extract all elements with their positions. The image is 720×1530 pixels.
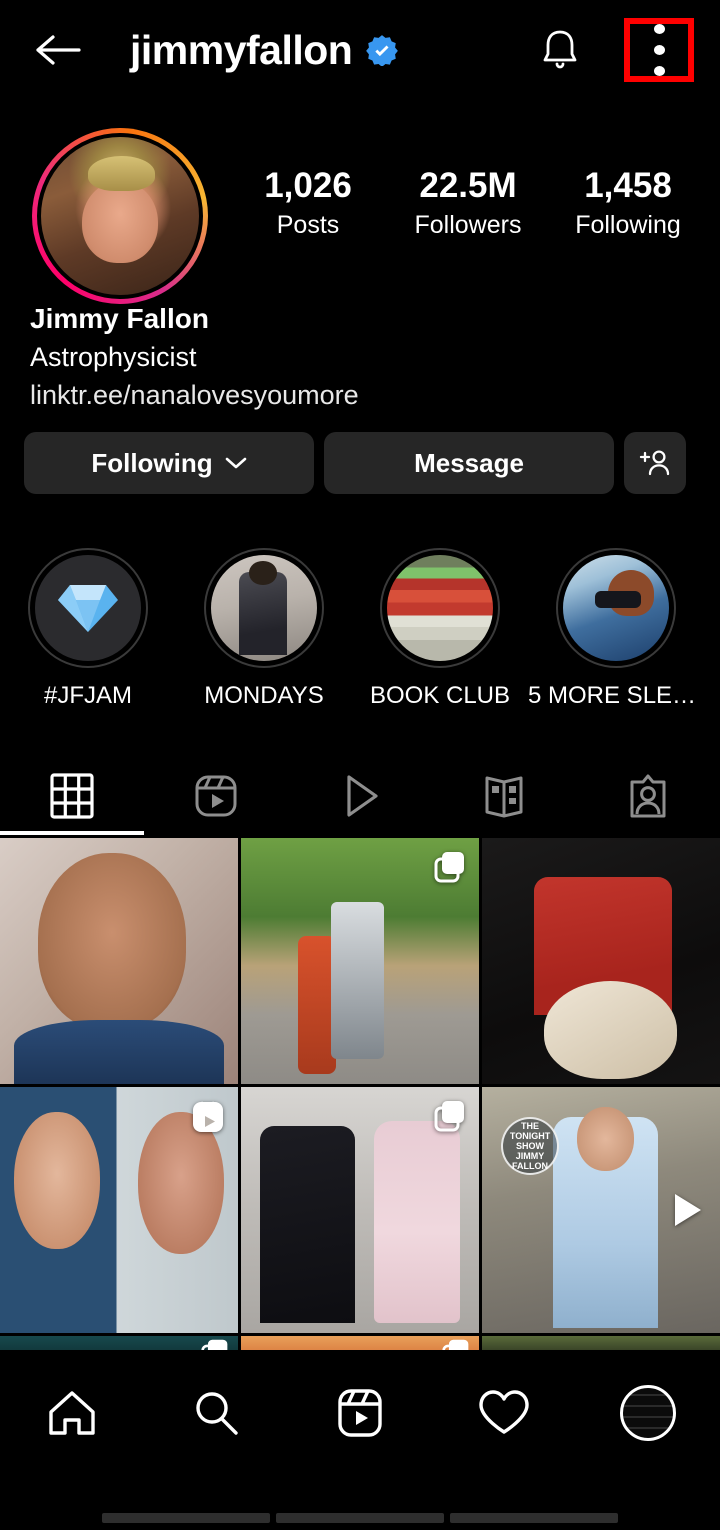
back-button[interactable] [30, 28, 86, 72]
sys-recents-button[interactable] [450, 1513, 618, 1523]
profile-content-tabs [0, 758, 720, 834]
post-3[interactable] [482, 838, 720, 1084]
post-8[interactable] [241, 1336, 479, 1350]
search-icon [196, 1392, 238, 1435]
guides-book-icon [485, 776, 523, 818]
play-triangle-icon [347, 775, 378, 817]
highlight-label: BOOK CLUB [369, 682, 511, 709]
profile-avatar [37, 133, 203, 299]
tagged-person-icon [630, 774, 666, 818]
profile-bio: Jimmy Fallon Astrophysicist linktr.ee/na… [30, 300, 670, 414]
options-menu-button[interactable] [624, 18, 694, 82]
post-1[interactable] [0, 838, 238, 1084]
profile-stats: 1,026 Posts 22.5M Followers 1,458 Follow… [228, 165, 708, 265]
following-count: 1,458 [584, 166, 672, 205]
highlight-mondays[interactable]: MONDAYS [176, 548, 352, 738]
followers-count: 22.5M [419, 166, 517, 205]
stat-followers[interactable]: 22.5M Followers [388, 165, 548, 243]
tab-guides[interactable] [432, 758, 576, 834]
tab-grid[interactable] [0, 758, 144, 834]
highlight-cover [563, 555, 669, 661]
highlight-label: MONDAYS [204, 682, 324, 709]
menu-dot [653, 45, 665, 55]
nav-activity[interactable] [432, 1358, 576, 1468]
nav-profile[interactable] [576, 1358, 720, 1468]
following-label: Following [575, 211, 681, 239]
message-button-label: Message [414, 447, 524, 478]
profile-category: Astrophysicist [30, 342, 197, 372]
nav-search[interactable] [144, 1358, 288, 1468]
bottom-navigation-bar [0, 1358, 720, 1468]
tab-tagged[interactable] [576, 758, 720, 834]
profile-avatar-story-ring[interactable] [32, 128, 208, 304]
post-5[interactable] [241, 1087, 479, 1333]
highlight-ring [204, 548, 324, 668]
reels-icon [195, 775, 237, 817]
bell-icon [543, 30, 577, 69]
reels-icon [338, 1389, 382, 1437]
post-9[interactable] [482, 1336, 720, 1350]
active-tab-underline [0, 831, 144, 835]
post-grid: THE TONIGHT SHOW JIMMY FALLON [0, 838, 720, 1350]
posts-count: 1,026 [264, 166, 352, 205]
sys-home-button[interactable] [276, 1513, 444, 1523]
tab-video[interactable] [288, 758, 432, 834]
chevron-down-icon [225, 457, 246, 469]
heart-icon [479, 1390, 529, 1434]
grid-icon [50, 773, 94, 819]
nav-reels[interactable] [288, 1358, 432, 1468]
highlight-label: 5 MORE SLEE... [528, 682, 704, 709]
system-navigation-bar [0, 1506, 720, 1530]
highlight-cover [211, 555, 317, 661]
following-button[interactable]: Following [24, 432, 314, 494]
nav-home[interactable] [0, 1358, 144, 1468]
carousel-icon [434, 852, 464, 883]
highlight-jfjam[interactable]: #JFJAM [0, 548, 176, 738]
add-person-icon [639, 450, 670, 476]
highlight-book-club[interactable]: BOOK CLUB [352, 548, 528, 738]
posts-label: Posts [276, 211, 340, 239]
highlight-cover [387, 555, 493, 661]
tonight-show-logo: THE TONIGHT SHOW JIMMY FALLON [501, 1116, 560, 1175]
top-app-bar: jimmyfallon [0, 0, 720, 100]
stat-following[interactable]: 1,458 Following [548, 165, 708, 243]
carousel-icon [201, 1339, 228, 1350]
story-highlights: #JFJAM MONDAYS BOOK CLUB 5 MORE SLEE... [0, 548, 720, 738]
post-6[interactable]: THE TONIGHT SHOW JIMMY FALLON [482, 1087, 720, 1333]
profile-action-buttons: Following Message [24, 432, 696, 494]
reels-icon [193, 1101, 223, 1132]
highlight-5-more-sleeps[interactable]: 5 MORE SLEE... [528, 548, 704, 738]
post-7[interactable] [0, 1336, 238, 1350]
stat-posts[interactable]: 1,026 Posts [228, 165, 388, 243]
sys-back-button[interactable] [102, 1513, 270, 1523]
diamond-icon [58, 585, 118, 632]
post-2[interactable] [241, 838, 479, 1084]
profile-link[interactable]: linktr.ee/nanalovesyoumore [30, 376, 670, 414]
instagram-profile-screen: jimmyfallon 1,026 Posts 22.5M Followers … [0, 0, 720, 1530]
post-4[interactable] [0, 1087, 238, 1333]
menu-dot [653, 66, 665, 76]
display-name: Jimmy Fallon [30, 303, 209, 334]
highlight-label: #JFJAM [43, 682, 132, 709]
highlight-ring [556, 548, 676, 668]
highlight-ring [28, 548, 148, 668]
three-dots-menu-icon [653, 24, 665, 34]
notifications-button[interactable] [530, 22, 590, 78]
followers-label: Followers [414, 211, 522, 239]
username-text: jimmyfallon [130, 27, 353, 73]
highlight-cover [35, 555, 141, 661]
profile-title: jimmyfallon [130, 18, 399, 82]
following-button-label: Following [91, 447, 213, 478]
carousel-icon [434, 1101, 464, 1132]
carousel-icon [442, 1339, 469, 1350]
add-user-button[interactable] [624, 432, 686, 494]
arrow-left-icon [36, 35, 81, 65]
home-icon [49, 1391, 95, 1435]
tab-reels[interactable] [144, 758, 288, 834]
video-play-icon [675, 1194, 701, 1226]
verified-badge-icon [366, 35, 399, 66]
profile-avatar-icon [620, 1385, 676, 1441]
highlight-ring [380, 548, 500, 668]
message-button[interactable]: Message [324, 432, 614, 494]
